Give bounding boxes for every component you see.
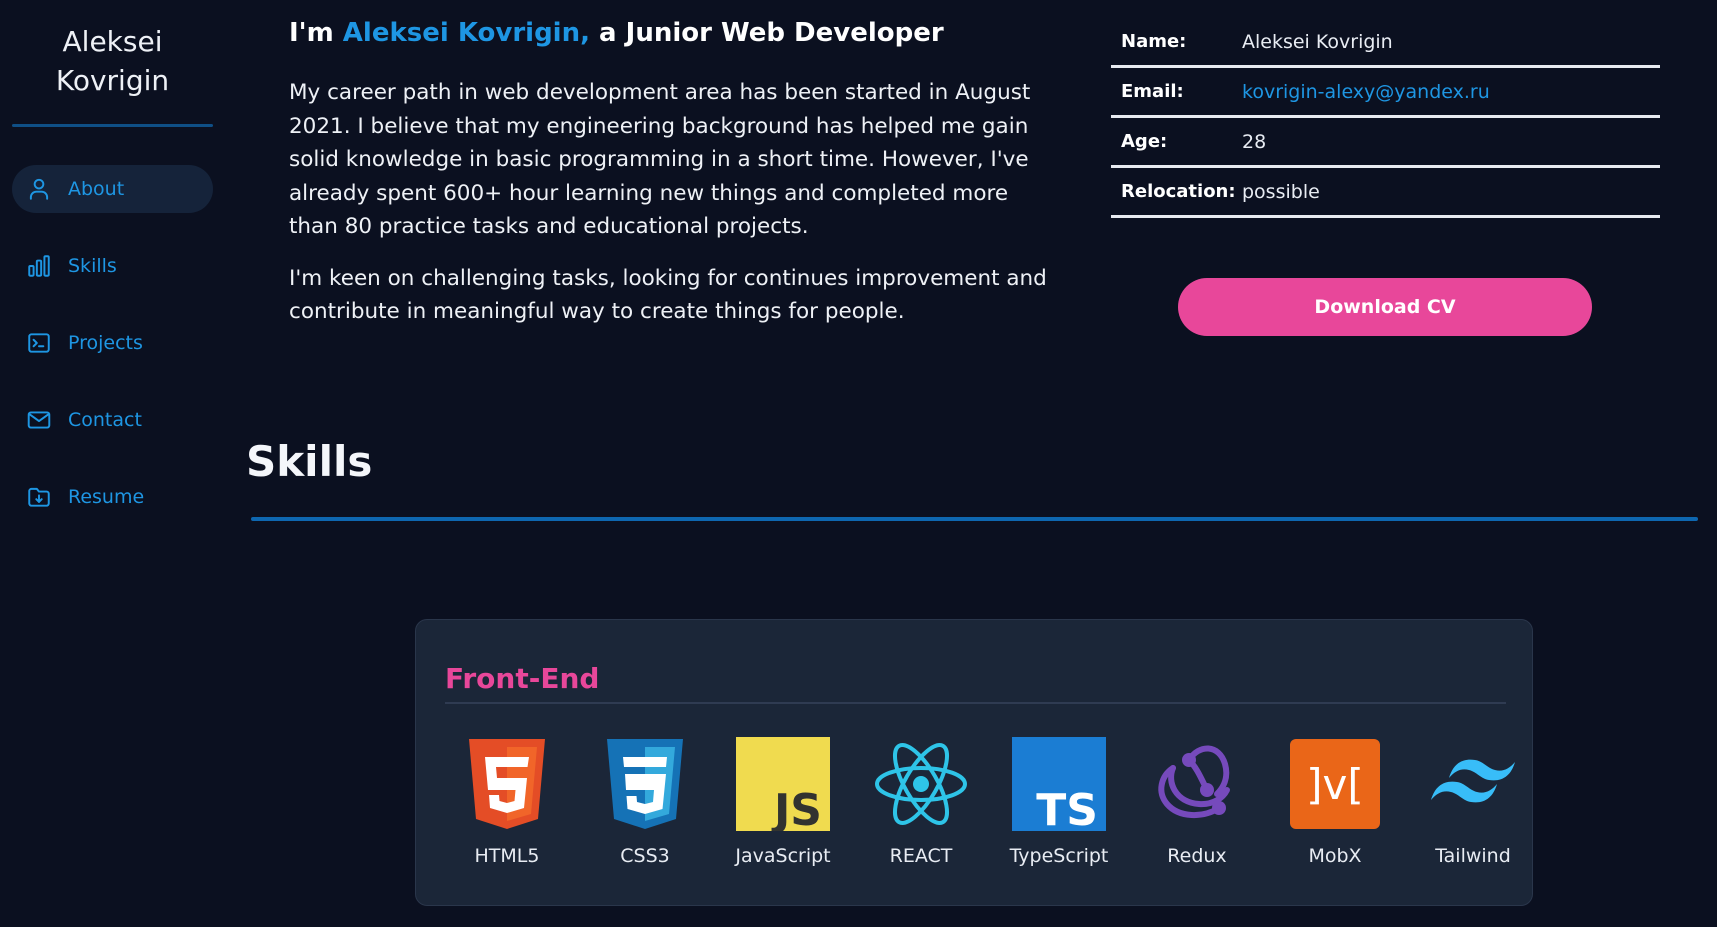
info-value: Aleksei Kovrigin [1242, 30, 1393, 53]
heading-name: Aleksei Kovrigin, [342, 18, 590, 48]
frontend-skills-card: Front-End HTML5 CSS3 JS JavaScript REACT… [415, 619, 1533, 906]
typescript-icon: TS [994, 737, 1124, 831]
sidebar-item-label: About [68, 178, 125, 200]
info-row-age: Age: 28 [1111, 118, 1660, 168]
heading-prefix: I'm [289, 18, 334, 48]
card-divider [445, 702, 1506, 704]
sidebar-nav: About Skills Projects Contact Resume [12, 165, 213, 550]
javascript-icon: JS [718, 737, 848, 831]
tech-label: JavaScript [735, 845, 831, 867]
download-cv-button[interactable]: Download CV [1178, 278, 1592, 336]
personal-info-table: Name: Aleksei Kovrigin Email: kovrigin-a… [1111, 18, 1660, 218]
sidebar-item-about[interactable]: About [12, 165, 213, 213]
info-row-name: Name: Aleksei Kovrigin [1111, 18, 1660, 68]
tailwind-icon [1408, 737, 1538, 831]
sidebar-item-skills[interactable]: Skills [12, 242, 213, 290]
brand-divider [12, 124, 213, 127]
tech-item-css3: CSS3 [580, 737, 710, 867]
brand-last-name: Kovrigin [55, 64, 170, 97]
tech-label: MobX [1308, 845, 1362, 867]
sidebar-item-label: Projects [68, 332, 143, 354]
tech-list: HTML5 CSS3 JS JavaScript REACT TS TypeSc… [416, 737, 1534, 887]
about-paragraph: I'm keen on challenging tasks, looking f… [289, 265, 1047, 325]
heading-suffix: a Junior Web Developer [599, 18, 944, 48]
sidebar-item-contact[interactable]: Contact [12, 396, 213, 444]
tech-item-react: REACT [856, 737, 986, 867]
email-link[interactable]: kovrigin-alexy@yandex.ru [1242, 81, 1490, 103]
sidebar-item-label: Resume [68, 486, 145, 508]
brand-first-name: Aleksei [62, 25, 163, 58]
info-row-email: Email: kovrigin-alexy@yandex.ru [1111, 68, 1660, 118]
tech-item-typescript: TS TypeScript [994, 737, 1124, 867]
info-label: Email: [1121, 81, 1184, 102]
info-value: possible [1242, 180, 1320, 203]
tech-item-tailwind: Tailwind [1408, 737, 1538, 867]
react-icon [856, 737, 986, 831]
user-icon [26, 176, 52, 202]
info-label: Age: [1121, 131, 1168, 152]
svg-text:TS: TS [1036, 785, 1098, 831]
tech-item-javascript: JS JavaScript [718, 737, 848, 867]
html5-icon [442, 737, 572, 831]
sidebar: Aleksei Kovrigin About Skills Projects C… [0, 0, 225, 927]
tech-item-mobx: ]v[ MobX [1270, 737, 1400, 867]
tech-label: REACT [889, 845, 953, 867]
folder-download-icon [26, 484, 52, 510]
tech-item-html5: HTML5 [442, 737, 572, 867]
about-paragraph: My career path in web development area h… [289, 80, 1031, 239]
info-value: 28 [1242, 130, 1267, 153]
mail-icon [26, 407, 52, 433]
css3-icon [580, 737, 710, 831]
terminal-icon [26, 330, 52, 356]
svg-text:JS: JS [771, 785, 822, 831]
info-label: Name: [1121, 31, 1187, 52]
skills-title: Skills [246, 437, 373, 486]
mobx-icon: ]v[ [1270, 737, 1400, 831]
skills-divider [251, 517, 1698, 521]
sidebar-item-label: Skills [68, 255, 117, 277]
tech-item-redux: Redux [1132, 737, 1262, 867]
tech-label: HTML5 [474, 845, 540, 867]
tech-label: Tailwind [1435, 845, 1511, 867]
svg-text:]v[: ]v[ [1306, 760, 1364, 809]
about-heading: I'm Aleksei Kovrigin, a Junior Web Devel… [289, 18, 944, 48]
tech-label: Redux [1167, 845, 1227, 867]
tech-label: TypeScript [1009, 845, 1109, 867]
card-title: Front-End [445, 662, 600, 695]
about-text: My career path in web development area h… [289, 76, 1054, 347]
site-logo-name[interactable]: Aleksei Kovrigin [12, 22, 213, 100]
sidebar-item-resume[interactable]: Resume [12, 473, 213, 521]
sidebar-item-projects[interactable]: Projects [12, 319, 213, 367]
info-row-relocation: Relocation: possible [1111, 168, 1660, 218]
sidebar-item-label: Contact [68, 409, 142, 431]
redux-icon [1132, 737, 1262, 831]
info-label: Relocation: [1121, 181, 1236, 202]
tech-label: CSS3 [620, 845, 670, 867]
bar-chart-icon [26, 253, 52, 279]
